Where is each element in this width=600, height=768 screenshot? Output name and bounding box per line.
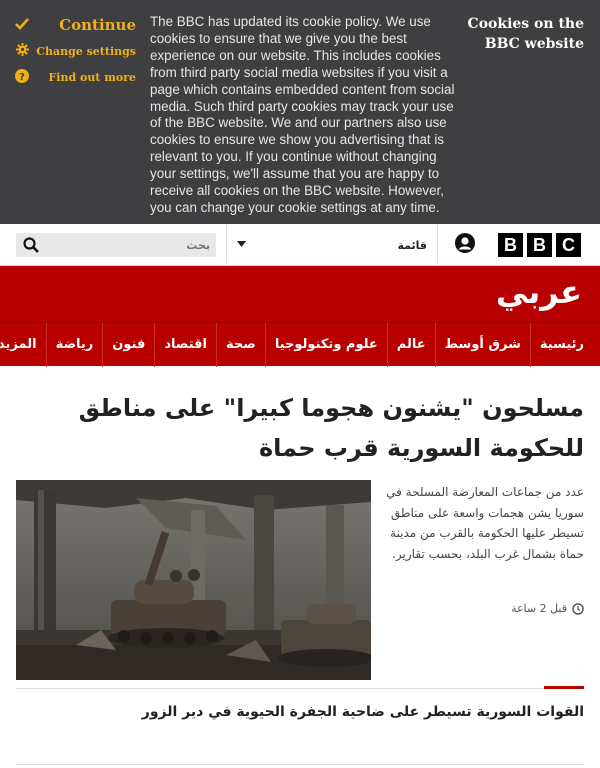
bbc-logo-letter: B [527, 233, 552, 257]
cookie-continue-label: Continue [59, 16, 136, 34]
nav-item-health[interactable]: صحة [216, 322, 265, 367]
lead-headline[interactable]: مسلحون "يشنون هجوما كبيرا" على مناطق للح… [16, 388, 584, 468]
story-divider-accent [544, 686, 584, 689]
svg-text:?: ? [19, 72, 25, 83]
chevron-down-icon [237, 240, 246, 250]
nav-item-sport[interactable]: رياضة [45, 322, 103, 367]
user-icon [455, 233, 475, 257]
lead-summary: عدد من جماعات المعارضة المسلحة في سوريا … [386, 485, 584, 561]
search-box [16, 233, 216, 257]
bbc-logo-letter: B [498, 233, 523, 257]
search-input[interactable] [46, 233, 216, 257]
cookie-change-settings-link[interactable]: Change settings [14, 38, 136, 64]
nav-item-home[interactable]: رئيسية [529, 322, 584, 367]
menu-button[interactable]: قائمة [226, 224, 438, 266]
nav-more-label: المزيد [0, 336, 37, 352]
cookie-find-out-more-link[interactable]: ? Find out more [14, 64, 136, 90]
masthead: عربي [0, 266, 600, 322]
search-icon[interactable] [16, 237, 46, 253]
bbc-logo-letter: C [556, 233, 581, 257]
clock-icon [572, 602, 584, 615]
primary-nav: رئيسية شرق أوسط عالم علوم وتكنولوجيا صحة… [0, 322, 600, 367]
account-button[interactable] [450, 233, 480, 257]
menu-label: قائمة [397, 238, 427, 252]
nav-item-economy[interactable]: اقتصاد [154, 322, 216, 367]
nav-item-middle-east[interactable]: شرق أوسط [434, 322, 530, 367]
secondary-headline[interactable]: القوات السورية تسيطر على ضاحية الجفرة ال… [16, 700, 584, 724]
cookie-continue-button[interactable]: Continue [14, 12, 136, 38]
top-header-bar: قائمة B B C [0, 224, 600, 266]
cookie-actions: Continue Change settings ? Find out more [14, 12, 136, 90]
nav-more-button[interactable]: المزيد [0, 323, 46, 367]
cookie-change-settings-label: Change settings [36, 44, 136, 58]
cookie-banner-title: Cookies on the BBC website [467, 16, 584, 52]
cookie-policy-text: The BBC has updated its cookie policy. W… [150, 14, 455, 215]
service-brand[interactable]: عربي [496, 270, 582, 314]
nav-item-science-tech[interactable]: علوم وتكنولوجيا [264, 322, 387, 367]
help-icon: ? [14, 69, 30, 85]
bottom-divider [16, 764, 584, 765]
cookie-find-out-more-label: Find out more [48, 70, 136, 84]
lead-story-image[interactable] [16, 480, 371, 680]
gear-icon [14, 43, 30, 59]
timestamp-text: قبل 2 ساعة [511, 602, 567, 615]
nav-item-world[interactable]: عالم [386, 322, 435, 367]
bbc-logo[interactable]: B B C [498, 233, 581, 257]
nav-item-arts[interactable]: فنون [102, 322, 154, 367]
cookie-banner: Continue Change settings ? Find out more… [0, 0, 600, 224]
story-divider [16, 688, 584, 689]
checkmark-icon [14, 17, 30, 33]
lead-timestamp: قبل 2 ساعة [384, 602, 584, 615]
